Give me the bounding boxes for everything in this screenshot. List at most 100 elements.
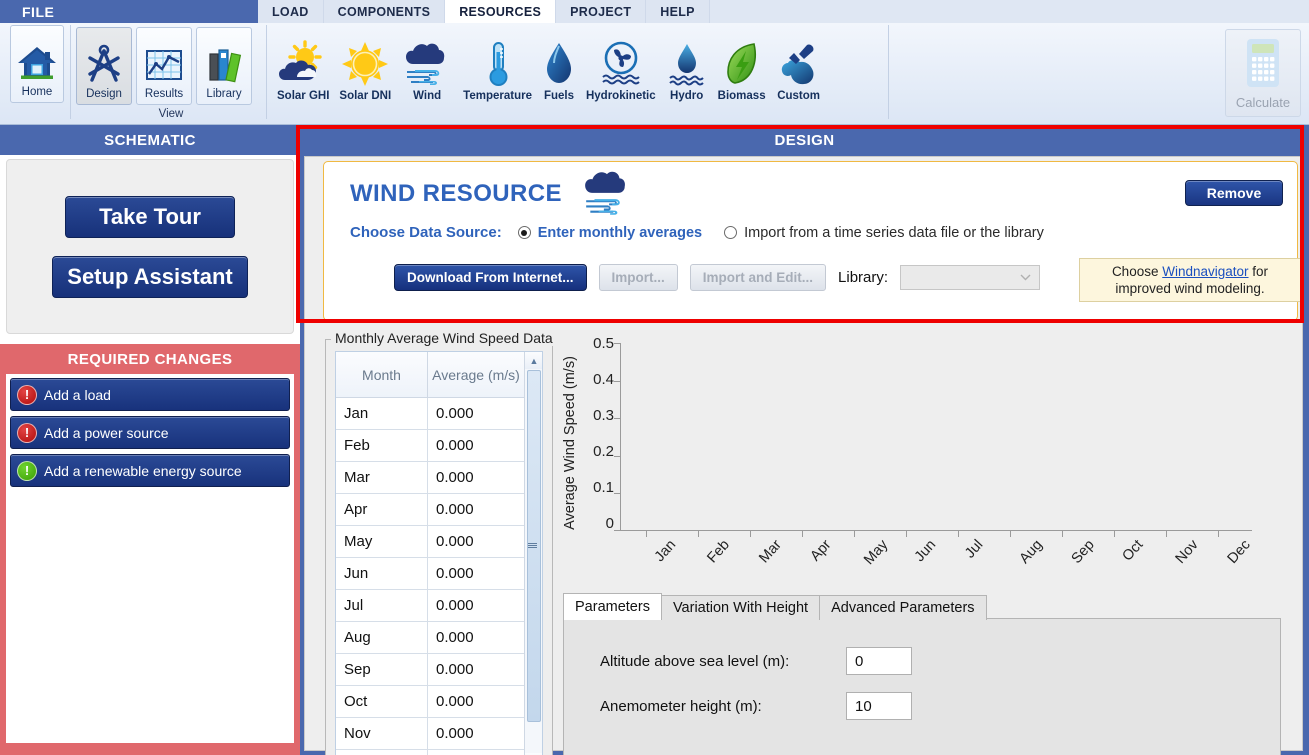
table-row[interactable]: Oct 0.000 [336,686,542,718]
resource-solar-dni-button[interactable]: Solar DNI [334,29,396,107]
cell-average[interactable]: 0.000 [428,494,524,525]
required-change-add-power-source[interactable]: ! Add a power source [10,416,290,449]
calculator-icon [1239,36,1287,95]
radio-import-time-series[interactable]: Import from a time series data file or t… [724,225,1044,241]
windnavigator-link[interactable]: Windnavigator [1162,264,1248,279]
take-tour-button[interactable]: Take Tour [65,196,235,238]
resource-solar-ghi-button[interactable]: Solar GHI [272,29,334,107]
cell-average[interactable]: 0.000 [428,430,524,461]
tab-components[interactable]: COMPONENTS [324,0,446,23]
resource-biomass-button[interactable]: Biomass [713,29,771,107]
tab-load[interactable]: LOAD [258,0,324,23]
required-changes-title: REQUIRED CHANGES [6,344,294,374]
calculate-button[interactable]: Calculate [1225,29,1301,117]
cell-average[interactable]: 0.000 [428,558,524,589]
ribbon-group-view: Design Results [76,25,266,121]
table-row[interactable]: Feb 0.000 [336,430,542,462]
droplet-icon [542,38,576,88]
cell-month: Nov [336,718,428,749]
y-tick-label: 0.5 [580,335,614,352]
radio-enter-monthly-averages[interactable]: Enter monthly averages [518,225,702,241]
tab-advanced-parameters[interactable]: Advanced Parameters [819,595,986,620]
anemometer-height-input[interactable]: 10 [846,692,912,720]
scroll-up-icon[interactable]: ▲ [525,352,543,369]
chart-y-axis [620,343,621,531]
grid-vertical-scrollbar[interactable]: ▲ ▼ [524,352,542,755]
home-button[interactable]: Home [10,25,64,103]
error-icon: ! [17,423,37,443]
table-row-partial[interactable] [336,750,542,755]
tab-help[interactable]: HELP [646,0,710,23]
cell-average[interactable]: 0.000 [428,526,524,557]
cell-average[interactable]: 0.000 [428,398,524,429]
design-panel-title: DESIGN [300,125,1309,156]
resource-hydrokinetic-button[interactable]: Hydrokinetic [581,29,661,107]
x-tick-label: Jul [962,537,986,561]
table-row[interactable]: Jul 0.000 [336,590,542,622]
radio-button-icon [724,226,737,239]
setup-assistant-button[interactable]: Setup Assistant [52,256,248,298]
cell-average[interactable]: 0.000 [428,686,524,717]
table-row[interactable]: Mar 0.000 [336,462,542,494]
tab-resources[interactable]: RESOURCES [445,0,556,23]
chart-plot-area [620,343,1252,531]
y-tick-label: 0 [580,515,614,532]
cell-average[interactable]: 0.000 [428,718,524,749]
required-change-label: Add a power source [44,425,169,441]
resource-fuels-button[interactable]: Fuels [537,29,581,107]
ribbon-group-home: Home [10,25,64,121]
view-library-button[interactable]: Library [196,27,252,105]
required-change-label: Add a load [44,387,111,403]
required-change-add-renewable-source[interactable]: ! Add a renewable energy source [10,454,290,487]
chart-grid-icon [143,38,185,86]
file-menu-button[interactable]: FILE [0,0,258,23]
download-from-internet-button[interactable]: Download From Internet... [394,264,587,291]
grid-header-month: Month [336,352,428,397]
import-and-edit-button[interactable]: Import and Edit... [690,264,826,291]
table-row[interactable]: Sep 0.000 [336,654,542,686]
design-panel-body: WIND RESOURCE [304,156,1303,751]
param-altitude-label: Altitude above sea level (m): [600,653,846,670]
tab-project[interactable]: PROJECT [556,0,646,23]
resource-custom-label: Custom [777,90,820,103]
cell-average[interactable] [428,750,524,755]
cell-month: Mar [336,462,428,493]
resource-temperature-button[interactable]: Temperature [458,29,537,107]
remove-button[interactable]: Remove [1185,180,1283,206]
required-change-add-load[interactable]: ! Add a load [10,378,290,411]
view-library-label: Library [206,88,241,100]
grid-header-average: Average (m/s) [428,352,524,397]
resource-hydro-button[interactable]: Hydro [661,29,713,107]
table-row[interactable]: Nov 0.000 [336,718,542,750]
import-button[interactable]: Import... [599,264,678,291]
cell-average[interactable]: 0.000 [428,462,524,493]
altitude-input[interactable]: 0 [846,647,912,675]
x-tick-label: Mar [756,537,785,566]
table-row[interactable]: Jan 0.000 [336,398,542,430]
resource-wind-button[interactable]: Wind [396,29,458,107]
wind-cloud-icon [401,38,453,88]
tab-variation-with-height[interactable]: Variation With Height [661,595,820,620]
table-row[interactable]: Apr 0.000 [336,494,542,526]
chevron-down-icon [1020,272,1031,284]
library-select[interactable] [900,265,1040,290]
cell-average[interactable]: 0.000 [428,654,524,685]
table-row[interactable]: Jun 0.000 [336,558,542,590]
x-tick-label: Aug [1017,537,1046,567]
cell-average[interactable]: 0.000 [428,590,524,621]
x-tick-label: Sep [1069,537,1098,567]
table-row[interactable]: Aug 0.000 [336,622,542,654]
tab-parameters[interactable]: Parameters [563,593,662,620]
warning-icon: ! [17,461,37,481]
view-design-button[interactable]: Design [76,27,132,105]
x-tick-label: Feb [704,537,733,566]
resource-custom-button[interactable]: Custom [771,29,827,107]
x-tick-label: May [861,537,891,568]
x-tick-label: Apr [807,537,834,564]
cell-average[interactable]: 0.000 [428,622,524,653]
cell-month: Jul [336,590,428,621]
view-results-button[interactable]: Results [136,27,192,105]
cell-month: Jun [336,558,428,589]
resource-biomass-label: Biomass [718,90,766,103]
table-row[interactable]: May 0.000 [336,526,542,558]
